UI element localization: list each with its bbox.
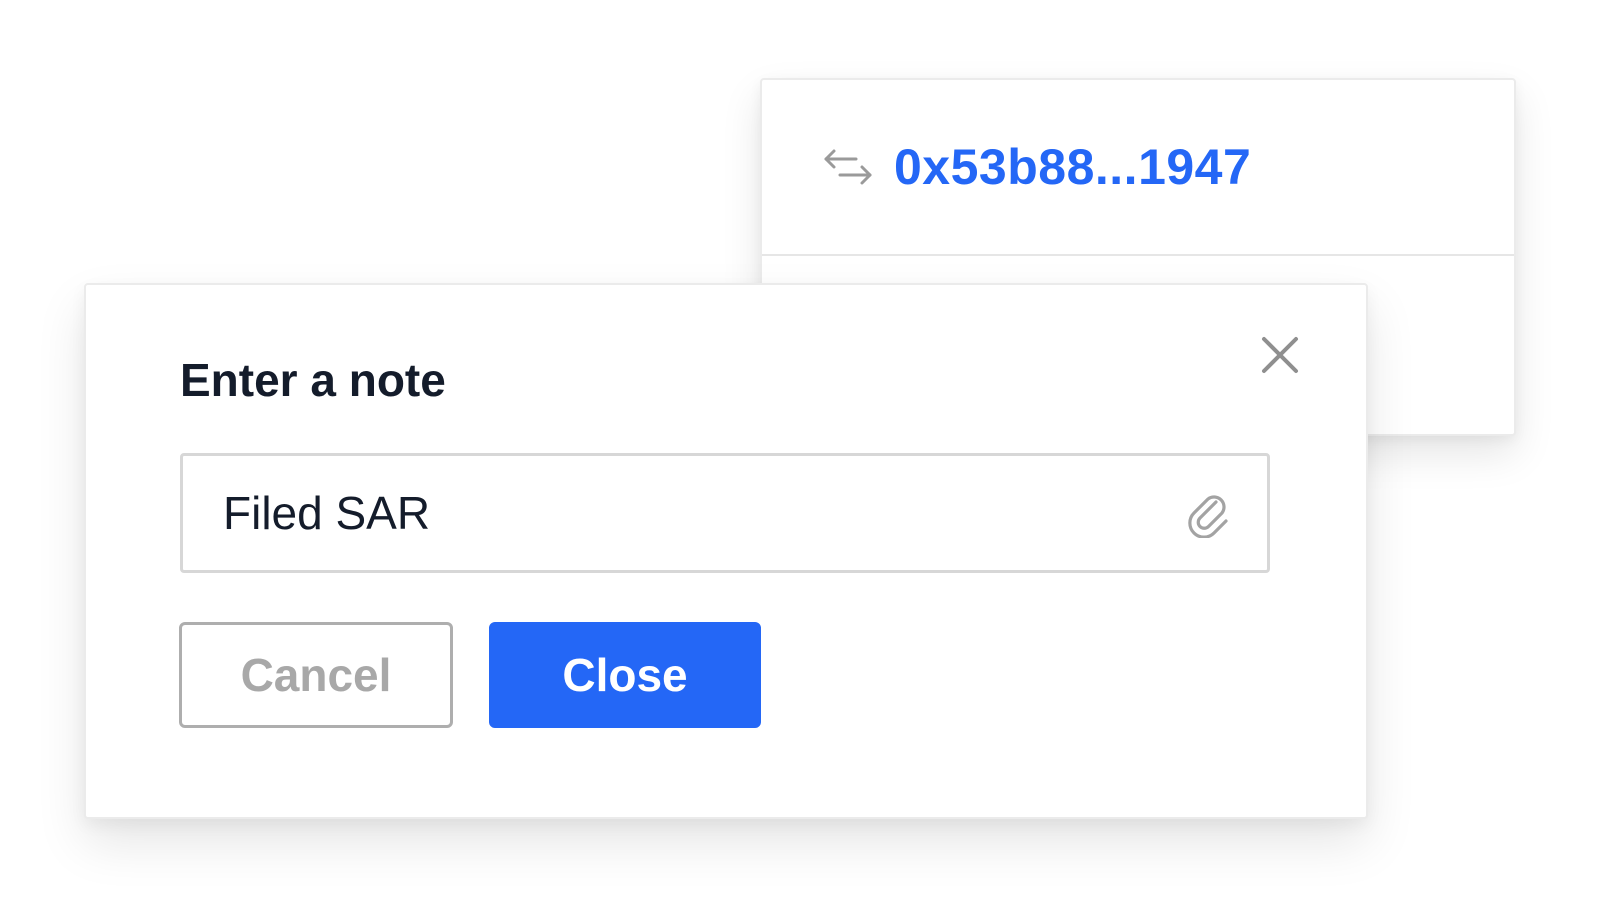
note-input[interactable] — [223, 486, 1183, 540]
note-field — [180, 453, 1270, 573]
paperclip-icon[interactable] — [1183, 488, 1233, 538]
note-modal: Enter a note Cancel Close — [84, 283, 1368, 819]
transaction-hash-link[interactable]: 0x53b88...1947 — [894, 138, 1251, 196]
cancel-button[interactable]: Cancel — [179, 622, 453, 728]
modal-title: Enter a note — [180, 354, 446, 406]
close-icon[interactable] — [1258, 333, 1302, 377]
transfer-arrows-icon — [822, 147, 874, 187]
transaction-row[interactable]: 0x53b88...1947 — [762, 80, 1514, 256]
close-button[interactable]: Close — [489, 622, 761, 728]
